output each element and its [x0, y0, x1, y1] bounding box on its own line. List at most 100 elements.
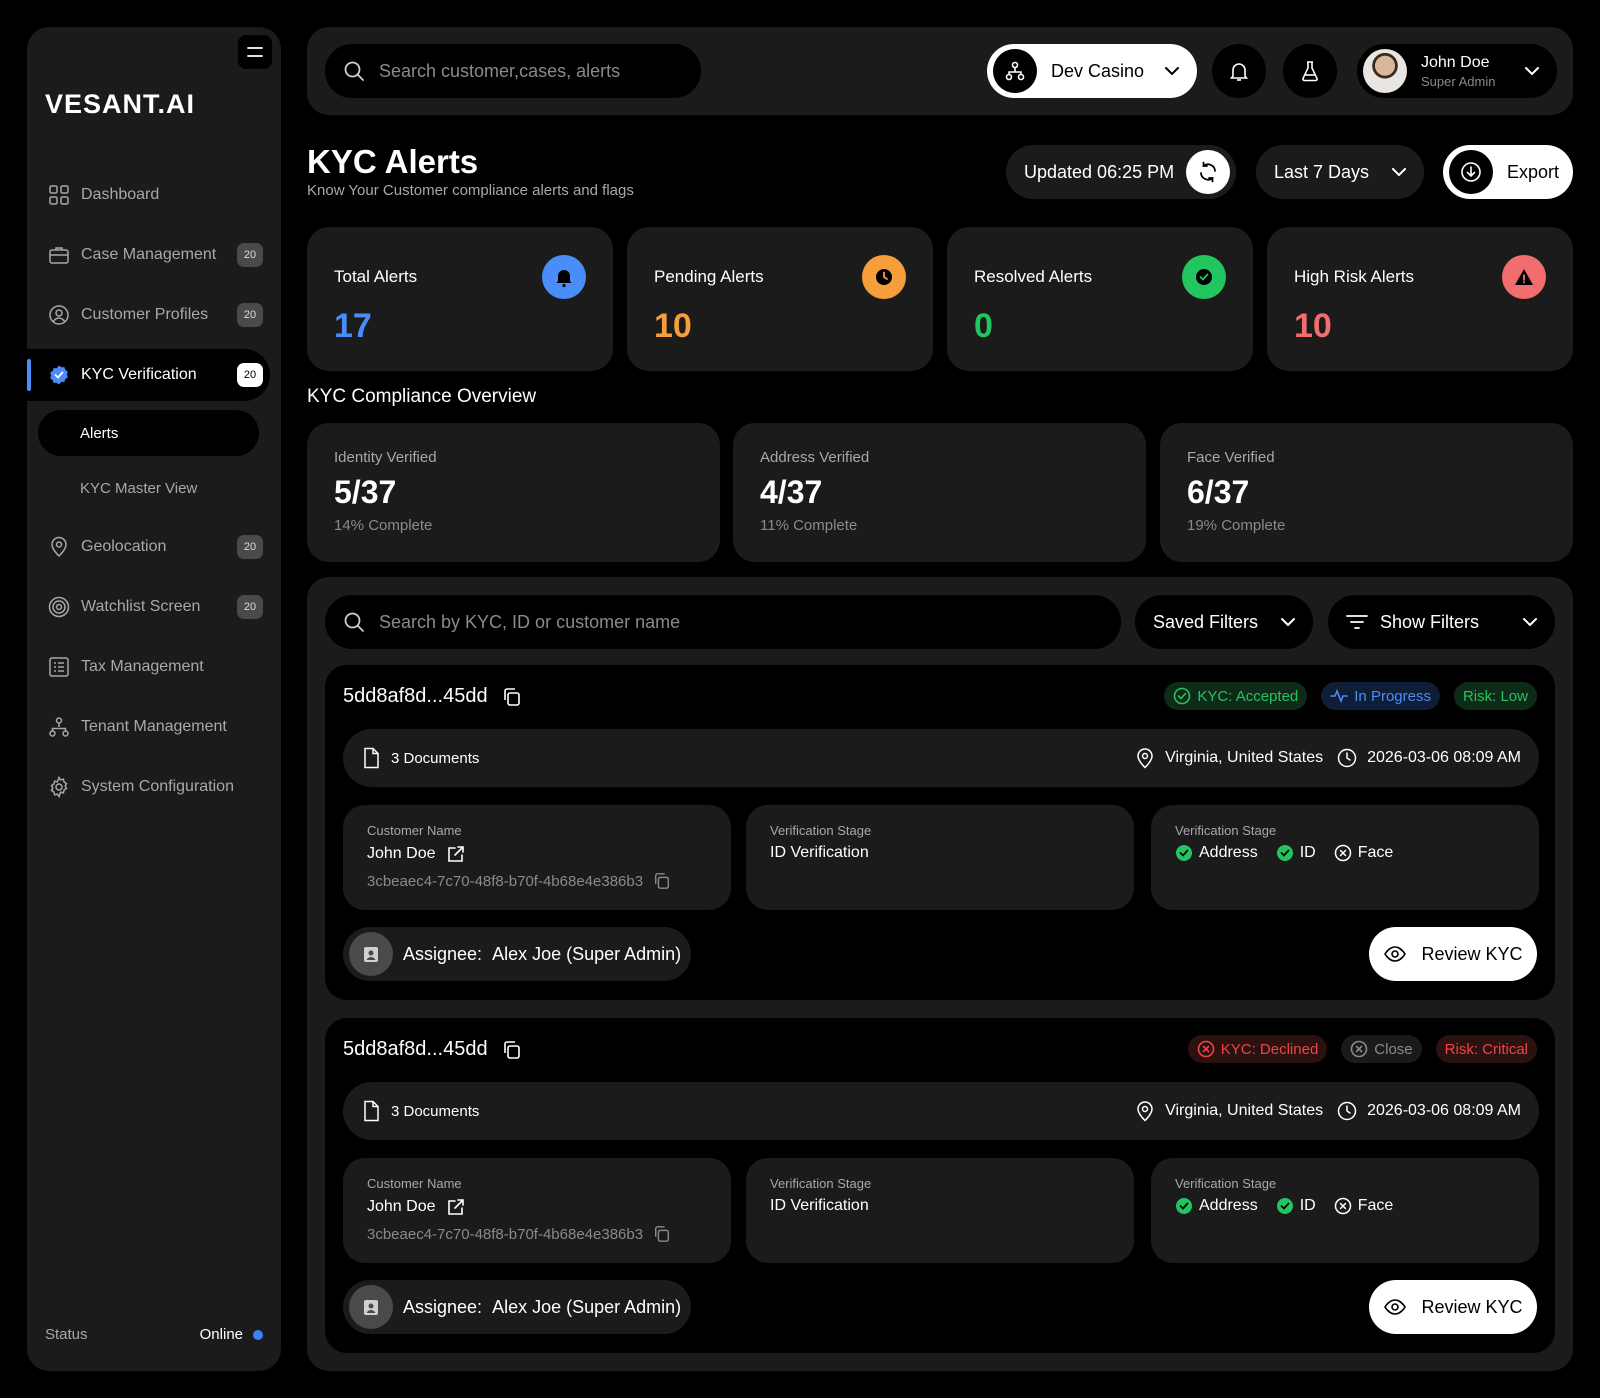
copy-icon[interactable]: [502, 687, 522, 707]
overview-label: Address Verified: [760, 449, 870, 466]
timestamp-group: 2026-03-06 08:09 AM: [1337, 748, 1521, 768]
documents-link[interactable]: 3 Documents: [361, 1100, 479, 1122]
alert-meta-row: 3 Documents Virginia, United States 2026…: [343, 729, 1539, 787]
review-label: Review KYC: [1421, 1296, 1523, 1317]
assignee-chip[interactable]: Assignee: Alex Joe (Super Admin): [343, 1280, 691, 1334]
overview-value: 6/37: [1187, 474, 1250, 510]
sidebar-item-geolocation[interactable]: Geolocation 20: [27, 521, 281, 573]
x-circle-icon: [1334, 844, 1351, 862]
copy-icon[interactable]: [653, 1225, 671, 1243]
copy-icon[interactable]: [502, 1040, 522, 1060]
sidebar-item-watchlist-screen[interactable]: Watchlist Screen 20: [27, 581, 281, 633]
check-circle-icon: [1182, 255, 1226, 299]
sidebar-item-tax-management[interactable]: Tax Management: [27, 641, 281, 693]
tag-label: Risk: Critical: [1444, 1040, 1528, 1058]
notifications-button[interactable]: [1212, 44, 1266, 98]
export-label: Export: [1507, 161, 1560, 182]
download-icon: [1449, 150, 1493, 194]
sidebar-item-tenant-management[interactable]: Tenant Management: [27, 701, 281, 753]
customer-label: Customer Name: [367, 823, 462, 838]
sidebar-subitem-kyc-master-view[interactable]: KYC Master View: [38, 465, 259, 511]
stat-label: High Risk Alerts: [1294, 267, 1414, 286]
overview-label: Identity Verified: [334, 449, 437, 466]
check-circle-icon: [1174, 687, 1191, 705]
user-info: John Doe Super Admin: [1421, 54, 1495, 89]
status-value: Online: [199, 1326, 243, 1343]
user-name: John Doe: [1421, 53, 1490, 71]
external-link-icon[interactable]: [446, 1197, 466, 1217]
timestamp-group: 2026-03-06 08:09 AM: [1337, 1101, 1521, 1121]
stat-card-high-risk-alerts: High Risk Alerts 10: [1267, 227, 1573, 371]
sidebar: VESANT.AI Dashboard Case Management 20 C…: [27, 27, 281, 1371]
alert-tags: KYC: Declined Close Risk: Critical: [1187, 1035, 1537, 1063]
alerts-search-input[interactable]: Search by KYC, ID or customer name: [325, 595, 1121, 649]
customer-id: 3cbeaec4-7c70-48f8-b70f-4b68e4e386b3: [367, 872, 644, 890]
show-filters-label: Show Filters: [1380, 611, 1480, 632]
sidebar-item-system-configuration[interactable]: System Configuration: [27, 761, 281, 813]
tag-label: In Progress: [1354, 687, 1431, 705]
tag-label: KYC: Declined: [1220, 1040, 1319, 1058]
status-row: Status Online: [45, 1326, 263, 1343]
review-kyc-button[interactable]: Review KYC: [1369, 1280, 1537, 1334]
location-group: Virginia, United States: [1135, 747, 1323, 769]
status-value-group: Online: [200, 1326, 263, 1343]
assignee-chip[interactable]: Assignee: Alex Joe (Super Admin): [343, 927, 691, 981]
lab-button[interactable]: [1283, 44, 1337, 98]
alert-id-row: 5dd8af8d...45dd: [343, 1038, 522, 1061]
x-circle-icon: [1334, 1197, 1351, 1215]
chevron-down-icon: [1165, 67, 1179, 75]
search-placeholder: Search customer,cases, alerts: [379, 60, 621, 81]
sidebar-item-customer-profiles[interactable]: Customer Profiles 20: [27, 289, 281, 341]
sidebar-item-dashboard[interactable]: Dashboard: [27, 169, 281, 221]
stage-address: Address: [1175, 844, 1258, 862]
online-dot-icon: [253, 1329, 263, 1340]
sidebar-collapse-button[interactable]: [238, 35, 272, 69]
receipt-icon: [47, 655, 71, 679]
location-pin-icon: [47, 535, 71, 559]
sidebar-item-kyc-verification[interactable]: KYC Verification 20: [27, 349, 270, 401]
external-link-icon[interactable]: [446, 844, 466, 864]
stages-label: Verification Stage: [1175, 823, 1277, 838]
verified-badge-icon: [47, 363, 71, 387]
clock-icon: [862, 255, 906, 299]
check-circle-filled-icon: [1176, 845, 1192, 861]
grid-icon: [47, 183, 71, 207]
review-label: Review KYC: [1421, 943, 1523, 964]
show-filters-button[interactable]: Show Filters: [1328, 595, 1555, 649]
chevron-down-icon: [1523, 618, 1537, 626]
review-kyc-button[interactable]: Review KYC: [1369, 927, 1537, 981]
sidebar-item-label: Watchlist Screen: [81, 598, 201, 615]
warning-icon: [1502, 255, 1546, 299]
location: Virginia, United States: [1165, 749, 1324, 766]
documents-count: 3 Documents: [391, 749, 480, 767]
search-icon: [344, 612, 364, 632]
assignee-label: Assignee:: [403, 943, 483, 964]
alert-card: 5dd8af8d...45dd KYC: Declined Close Risk…: [325, 1018, 1555, 1353]
count-badge: 20: [237, 535, 263, 559]
sidebar-item-label: Case Management: [81, 246, 217, 263]
sidebar-subitem-alerts[interactable]: Alerts: [38, 410, 259, 456]
risk-badge: Risk: Critical: [1435, 1035, 1537, 1063]
tenant-select[interactable]: Dev Casino: [987, 44, 1197, 98]
stage-id: ID: [1276, 844, 1316, 862]
global-search-input[interactable]: Search customer,cases, alerts: [325, 44, 701, 98]
saved-filters-label: Saved Filters: [1153, 611, 1259, 632]
sidebar-item-label: KYC Verification: [81, 366, 197, 383]
stat-card-resolved-alerts: Resolved Alerts 0: [947, 227, 1253, 371]
alert-id: 5dd8af8d...45dd: [343, 685, 488, 707]
stage-label: Verification Stage: [770, 1176, 872, 1191]
hierarchy-icon: [993, 49, 1037, 93]
sidebar-item-case-management[interactable]: Case Management 20: [27, 229, 281, 281]
date-range-select[interactable]: Last 7 Days: [1256, 145, 1424, 199]
section-title: KYC Compliance Overview: [307, 386, 537, 407]
stage-face: Face: [1334, 844, 1393, 862]
user-badge-icon: [349, 932, 393, 976]
refresh-button[interactable]: [1186, 150, 1230, 194]
export-button[interactable]: Export: [1443, 145, 1573, 199]
documents-link[interactable]: 3 Documents: [361, 747, 479, 769]
user-menu[interactable]: John Doe Super Admin: [1357, 44, 1557, 98]
stage-id: ID: [1276, 1197, 1316, 1215]
alerts-list-panel: Search by KYC, ID or customer name Saved…: [307, 577, 1573, 1371]
saved-filters-select[interactable]: Saved Filters: [1135, 595, 1313, 649]
copy-icon[interactable]: [653, 872, 671, 890]
